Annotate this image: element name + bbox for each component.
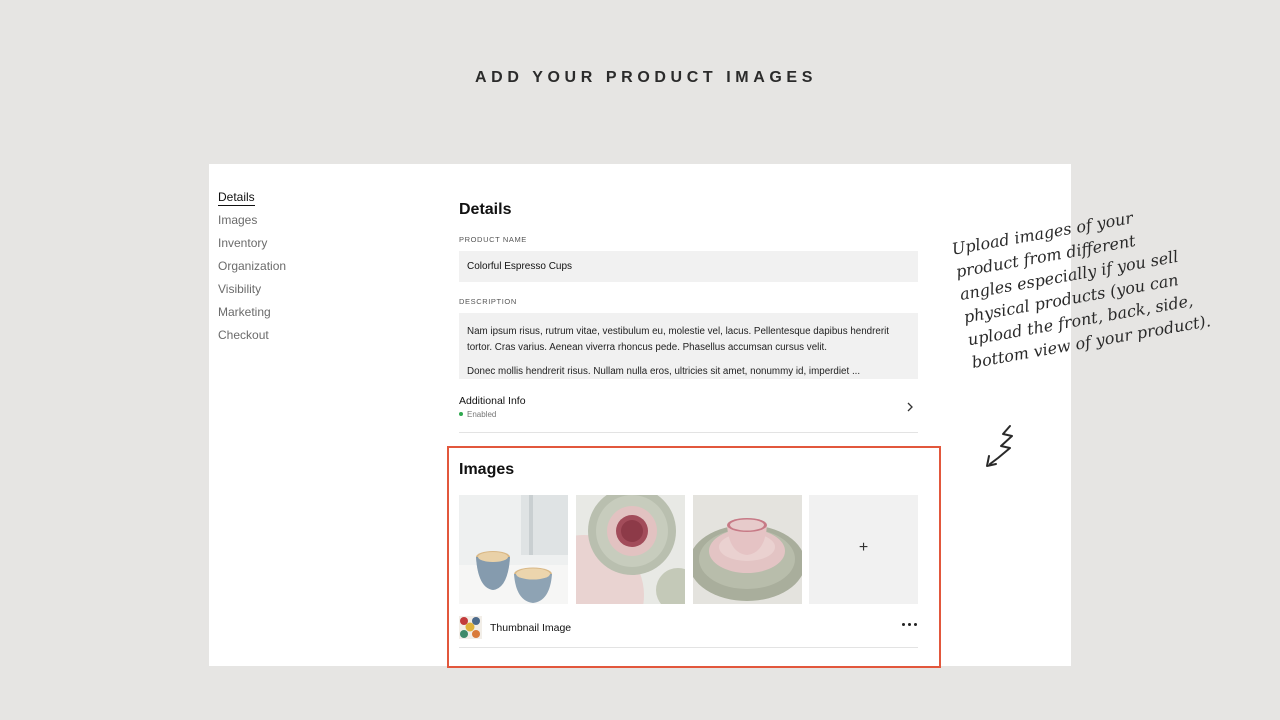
description-field[interactable]: Nam ipsum risus, rutrum vitae, vestibulu… [459,313,918,379]
chevron-right-icon [907,402,913,412]
nav-item-label: Organization [218,259,287,273]
nav-item-marketing[interactable]: Marketing [218,305,286,328]
product-name-label: PRODUCT NAME [459,235,527,244]
nav-item-inventory[interactable]: Inventory [218,236,286,259]
status-dot-icon [459,412,463,416]
page-headline: ADD YOUR PRODUCT IMAGES [475,69,817,86]
product-name-input[interactable] [459,251,918,282]
status-text: Enabled [467,410,497,419]
side-nav: Details Images Inventory Organization Vi… [218,190,286,351]
nav-item-checkout[interactable]: Checkout [218,328,286,351]
additional-info-row[interactable]: Additional Info Enabled [459,394,918,433]
nav-item-label: Images [218,213,258,227]
details-title: Details [459,201,512,218]
nav-item-label: Inventory [218,236,268,250]
nav-item-details[interactable]: Details [218,190,286,213]
additional-info-title: Additional Info [459,395,526,407]
nav-item-label: Checkout [218,328,269,342]
nav-item-label: Marketing [218,305,271,319]
nav-item-label: Visibility [218,282,262,296]
images-section-highlight [447,446,941,668]
description-paragraph: Donec mollis hendrerit risus. Nullam nul… [467,366,861,377]
description-label: DESCRIPTION [459,297,517,306]
nav-item-organization[interactable]: Organization [218,259,286,282]
nav-item-visibility[interactable]: Visibility [218,282,286,305]
additional-info-status: Enabled [459,410,496,419]
squiggle-arrow-icon [986,425,1013,467]
nav-item-images[interactable]: Images [218,213,286,236]
description-paragraph: Nam ipsum risus, rutrum vitae, vestibulu… [467,326,890,353]
nav-item-label: Details [218,190,255,206]
